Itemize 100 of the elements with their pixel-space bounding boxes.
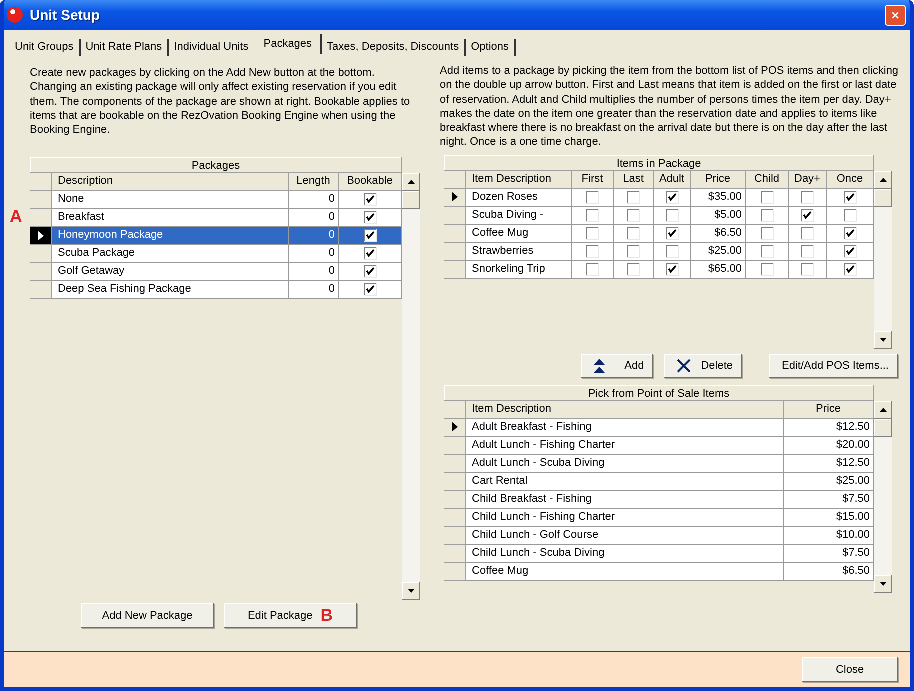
add-package-button[interactable]: Add New Package [81,603,214,628]
description-text: Create new packages by clicking on the Add New button at the bottom. Changing an existing package will only affect existing reservation if you edit them. The components of the package are shown at right. Bookable applies to items that are bookable on the RezOvation Booking Engine when using the Booking Engine. [30,66,412,138]
table-row[interactable]: Deep Sea Fishing Package 0 [30,281,402,300]
checkbox[interactable] [760,262,774,276]
grid-title: Packages [30,157,402,174]
table-cell: Golf Getaway [52,263,289,282]
checkbox[interactable] [801,244,814,258]
table-row[interactable]: Scuba Package 0 [30,245,402,264]
checkbox[interactable] [844,190,856,204]
checkbox[interactable] [801,208,814,222]
checkbox[interactable] [760,244,774,258]
table-cell: $12.50 [784,454,874,473]
table-cell: Strawberries [466,242,572,261]
close-button[interactable]: Close [802,657,898,682]
row-header[interactable] [30,209,52,228]
checkbox[interactable] [586,244,599,258]
checkbox[interactable] [586,262,599,276]
table-row[interactable]: Golf Getaway 0 [30,263,402,282]
description-text: Add items to a package by picking the item from the bottom list of POS items and then clicking on the double up arrow button. First and Last means that item is added on the first or last date of reservation. Adult and Child multiplies the number of persons times the item per day. Day+ makes the date on the item one greater than the reservation date and applies to items like breakfast where there is no breakfast on the arrival date but there is on the day after the last night. Once is a one time charge. [440,64,900,150]
scrollbar-thumb[interactable] [402,191,420,210]
column-header[interactable]: First [572,170,614,189]
column-header[interactable]: Item Description [466,400,784,419]
checkbox[interactable] [801,190,814,204]
checkbox[interactable] [760,208,774,222]
checkbox[interactable] [666,244,678,258]
table-cell: 0 [289,281,339,300]
checkbox[interactable] [627,226,640,240]
table-cell: $5.00 [691,206,746,225]
scrollbar-thumb[interactable] [874,418,892,437]
table-cell: $65.00 [691,260,746,279]
table-row[interactable]: Honeymoon Package 0 [30,227,402,246]
tab[interactable]: Individual Units [169,39,256,56]
table-cell: Breakfast [52,209,289,228]
tab[interactable]: Unit Rate Plans [80,39,170,56]
close-button[interactable] [885,4,906,26]
row-pointer-icon [452,422,458,432]
checkbox[interactable] [666,190,678,204]
checkbox[interactable] [627,262,640,276]
down-arrow-icon [880,582,886,586]
scrollbar[interactable] [874,170,892,349]
table-cell: $6.50 [784,562,874,581]
checkbox[interactable] [586,190,599,204]
checkbox[interactable] [586,208,599,222]
table-cell: Child Lunch - Fishing Charter [466,508,784,527]
row-pointer-icon [452,192,458,202]
checkbox[interactable] [760,226,774,240]
checkbox[interactable] [844,208,856,222]
checkbox[interactable] [364,247,376,260]
column-header[interactable]: Price [691,170,746,189]
row-header[interactable] [444,418,466,437]
checkbox[interactable] [801,226,814,240]
table-cell: None [52,191,289,210]
column-header[interactable]: Description [52,173,289,192]
column-header[interactable]: Item Description [466,170,572,189]
column-header[interactable]: Adult [654,170,691,189]
column-header[interactable]: Bookable [339,173,402,192]
checkbox[interactable] [666,262,678,276]
tab[interactable]: Unit Groups [10,39,81,56]
checkbox[interactable] [801,262,814,276]
checkbox[interactable] [844,244,856,258]
checkbox[interactable] [627,190,640,204]
checkbox[interactable] [627,208,640,222]
column-header[interactable]: Last [614,170,654,189]
table-cell: $12.50 [784,418,874,437]
scrollbar[interactable] [402,173,420,600]
checkbox[interactable] [844,262,856,276]
checkbox[interactable] [364,265,376,278]
column-header[interactable]: Length [289,173,339,192]
checkbox[interactable] [586,226,599,240]
column-header[interactable]: Day+ [789,170,827,189]
checkbox[interactable] [760,190,774,204]
scrollbar[interactable] [874,400,892,593]
table-cell: $25.00 [784,472,874,491]
row-header[interactable] [30,227,52,246]
checkbox[interactable] [666,208,678,222]
checkbox[interactable] [627,244,640,258]
pos-items-button[interactable]: Edit/Add POS Items... [769,354,898,378]
checkbox[interactable] [844,226,856,240]
checkbox[interactable] [364,229,376,242]
table-cell: Dozen Roses [466,188,572,207]
scrollbar-thumb[interactable] [874,188,892,207]
tab[interactable]: Options [466,39,516,56]
table-cell: 0 [289,209,339,228]
column-header[interactable]: Once [827,170,874,189]
checkbox[interactable] [666,226,678,240]
table-cell: Scuba Diving - [466,206,572,225]
checkbox[interactable] [364,283,376,296]
add-button[interactable]: Add [581,354,654,378]
checkbox[interactable] [364,193,376,206]
column-header[interactable]: Price [784,400,874,419]
app-icon [6,6,24,24]
column-header[interactable]: Child [746,170,789,189]
tab[interactable]: Taxes, Deposits, Discounts [322,39,466,56]
table-cell: Deep Sea Fishing Package [52,281,289,300]
checkbox[interactable] [364,211,376,224]
delete-button[interactable]: Delete [664,354,742,378]
table-cell: Adult Breakfast - Fishing [466,418,784,437]
row-header[interactable] [444,188,466,207]
double-up-arrow-icon [594,358,606,374]
table-row[interactable]: None 0 [30,191,402,210]
